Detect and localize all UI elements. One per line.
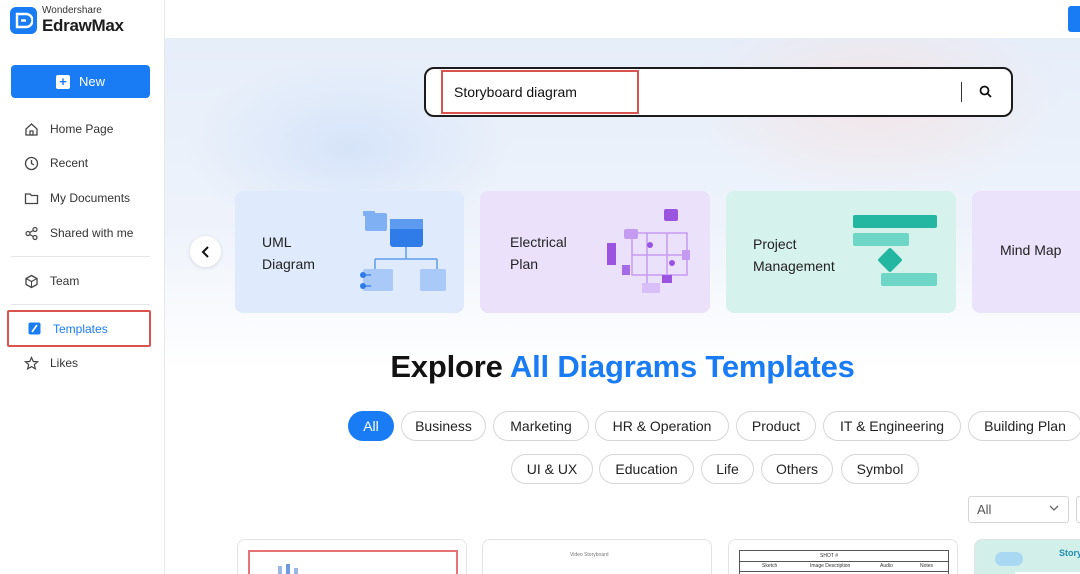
chevron-left-icon	[201, 245, 209, 258]
sidebar-item-label: Shared with me	[50, 226, 134, 240]
search-input[interactable]	[454, 84, 634, 100]
thumbnail-caption: Video Storyboard	[570, 552, 609, 558]
thumbnail-figure	[286, 564, 290, 574]
sort-select-value: All	[977, 502, 992, 517]
sidebar-divider	[11, 256, 150, 257]
sidebar-item-my-documents[interactable]: My Documents	[11, 183, 150, 213]
logo-brand: Wondershare	[42, 5, 102, 16]
thumbnail-caption: SHOT #	[820, 553, 838, 559]
filter-chip-it-engineering[interactable]: IT & Engineering	[823, 411, 961, 441]
table-header-cell: Notes	[920, 563, 934, 569]
sidebar-item-label: Home Page	[50, 122, 114, 136]
star-icon	[23, 355, 39, 371]
chevron-down-icon	[1049, 505, 1059, 511]
filter-chip-business[interactable]: Business	[401, 411, 486, 441]
filter-chip-life[interactable]: Life	[701, 454, 754, 484]
category-card-uml-diagram[interactable]: UML Diagram	[235, 191, 464, 313]
filter-chip-others[interactable]: Others	[761, 454, 833, 484]
thumbnail-figure	[278, 566, 282, 574]
page-heading: Explore All Diagrams Templates	[390, 349, 855, 384]
sidebar: Wondershare EdrawMax + New Home Page Rec…	[0, 0, 165, 574]
sort-select[interactable]: All	[968, 496, 1069, 523]
sidebar-item-label: Team	[50, 274, 80, 288]
top-action-button[interactable]	[1068, 6, 1080, 32]
search-icon[interactable]	[979, 85, 992, 103]
home-icon	[23, 121, 39, 137]
thumbnail-border	[248, 550, 458, 552]
template-thumbnail[interactable]: SHOT # Sketch Image Description Audio No…	[728, 539, 958, 574]
table-header-cell: Audio	[880, 563, 893, 569]
view-toggle[interactable]	[1076, 496, 1080, 523]
sidebar-item-label: My Documents	[50, 191, 131, 205]
filter-chip-hr-operation[interactable]: HR & Operation	[595, 411, 729, 441]
filter-chip-ui-ux[interactable]: UI & UX	[511, 454, 593, 484]
thumbnail-cloud	[995, 552, 1023, 566]
thumbnail-border	[248, 550, 250, 574]
category-card-title: Mind Map	[1000, 242, 1062, 258]
plus-icon: +	[55, 74, 70, 89]
filter-chip-marketing[interactable]: Marketing	[493, 411, 589, 441]
sidebar-item-recent[interactable]: Recent	[11, 148, 150, 178]
table-header-cell: Image Description	[810, 563, 851, 569]
top-bar	[165, 0, 1080, 38]
uml-illustration	[360, 211, 446, 291]
folder-icon	[23, 190, 39, 206]
template-thumbnail[interactable]: Video Storyboard	[482, 539, 712, 574]
sidebar-item-likes[interactable]: Likes	[11, 348, 150, 378]
category-card-title: UML Diagram	[262, 234, 315, 272]
category-card-electrical-plan[interactable]: Electrical Plan	[480, 191, 710, 313]
template-search-bar[interactable]	[424, 67, 1013, 117]
filter-chip-product[interactable]: Product	[736, 411, 816, 441]
sidebar-item-team[interactable]: Team	[11, 266, 150, 296]
edrawmax-logo-icon	[10, 6, 37, 34]
category-card-project-management[interactable]: Project Management	[726, 191, 956, 313]
clock-icon	[23, 155, 39, 171]
sidebar-item-label: Recent	[50, 156, 89, 170]
category-card-title: Project Management	[753, 236, 835, 274]
table-line	[740, 561, 948, 562]
sidebar-item-templates[interactable]: Templates	[7, 310, 151, 347]
project-illustration	[853, 215, 937, 286]
filter-chip-all[interactable]: All	[348, 411, 394, 441]
category-card-mind-map[interactable]: Mind Map	[972, 191, 1080, 313]
new-button-label: New	[78, 74, 105, 89]
filter-chip-education[interactable]: Education	[599, 454, 694, 484]
share-icon	[23, 225, 39, 241]
thumbnail-caption: Story	[1059, 548, 1080, 558]
sidebar-divider	[11, 304, 150, 305]
team-icon	[23, 273, 39, 289]
thumbnail-table: SHOT # Sketch Image Description Audio No…	[739, 550, 949, 574]
main-content: UML Diagram Electrical Plan	[165, 38, 1080, 574]
template-thumbnail[interactable]: Story	[974, 539, 1080, 574]
new-button[interactable]: + New	[11, 65, 150, 98]
thumbnail-figure	[294, 568, 298, 574]
electrical-illustration	[607, 209, 690, 293]
category-card-title: Electrical Plan	[510, 234, 567, 272]
background-glow	[685, 38, 1065, 198]
filter-chip-symbol[interactable]: Symbol	[841, 454, 919, 484]
filter-chip-building-plan[interactable]: Building Plan	[968, 411, 1080, 441]
app-logo[interactable]: Wondershare EdrawMax	[10, 6, 124, 34]
sidebar-item-shared-with-me[interactable]: Shared with me	[11, 218, 150, 248]
sidebar-item-label: Likes	[50, 356, 79, 370]
sidebar-item-label: Templates	[53, 321, 108, 336]
templates-icon	[26, 321, 42, 337]
table-header-cell: Sketch	[762, 563, 778, 569]
sidebar-item-home-page[interactable]: Home Page	[11, 114, 150, 144]
logo-name: EdrawMax	[42, 16, 124, 35]
thumbnail-border	[456, 550, 458, 574]
table-line	[740, 571, 948, 572]
carousel-prev-button[interactable]	[190, 236, 221, 267]
search-separator	[961, 82, 962, 102]
template-thumbnail[interactable]	[237, 539, 467, 574]
